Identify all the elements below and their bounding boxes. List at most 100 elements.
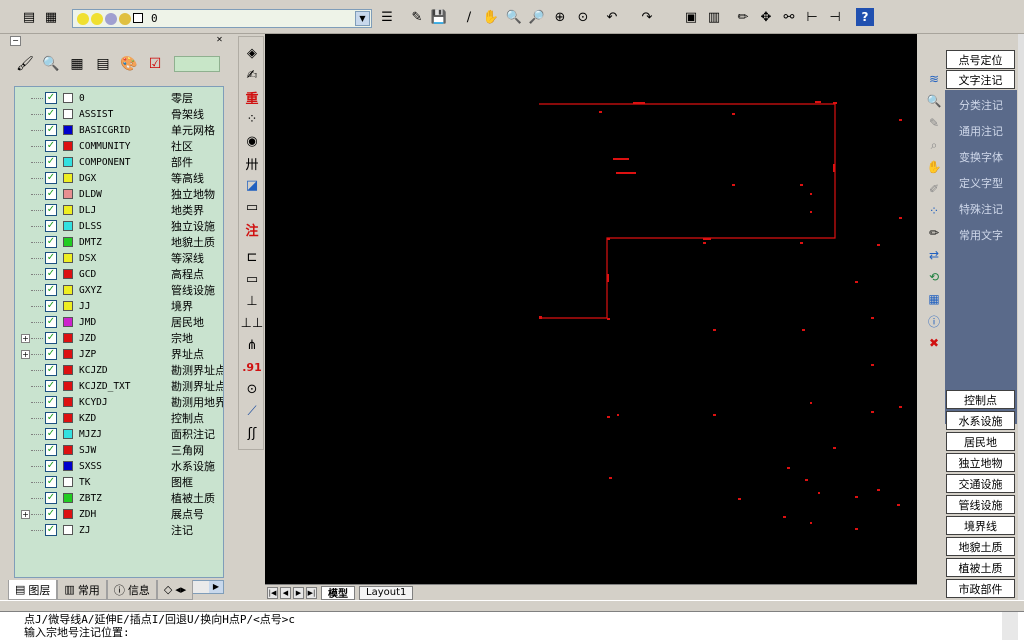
road-icon[interactable]: ⋔ [241, 335, 263, 355]
category-button[interactable]: 植被土质 [946, 558, 1015, 577]
layer-visible-checkbox[interactable]: ✓ [45, 476, 57, 488]
layer-visible-checkbox[interactable]: ✓ [45, 428, 57, 440]
note-button[interactable]: 注 [241, 219, 263, 239]
heavy-button[interactable]: 重 [241, 87, 263, 107]
layer-row[interactable]: ✓ COMMUNITY 社区 [15, 138, 223, 154]
save-icon[interactable]: 💾 [430, 8, 448, 26]
layer-visible-checkbox[interactable]: ✓ [45, 492, 57, 504]
category-button[interactable]: 管线设施 [946, 495, 1015, 514]
layer-visible-checkbox[interactable]: ✓ [45, 92, 57, 104]
layer-visible-checkbox[interactable]: ✓ [45, 396, 57, 408]
layer-visible-checkbox[interactable]: ✓ [45, 204, 57, 216]
layer-row[interactable]: ✓ JJ 境界 [15, 298, 223, 314]
layer-manager-icon[interactable]: ▤ [20, 8, 38, 26]
layer-color-swatch[interactable] [63, 477, 73, 487]
layer-visible-checkbox[interactable]: ✓ [45, 236, 57, 248]
pencil-icon[interactable]: ✐ [925, 180, 943, 198]
layer-visible-checkbox[interactable]: ✓ [45, 108, 57, 120]
layers-icon[interactable]: ≋ [925, 70, 943, 88]
properties-icon[interactable]: ◈ [241, 43, 263, 63]
text-annotation-button[interactable]: 文字注记 [946, 70, 1015, 89]
layer-color-swatch[interactable] [63, 509, 73, 519]
pan-realtime-icon[interactable]: ✋ [482, 8, 500, 26]
transform-icon[interactable]: ⇄ [925, 246, 943, 264]
zoom-realtime-icon[interactable]: 🔍 [505, 8, 523, 26]
expand-icon[interactable]: + [21, 349, 30, 359]
point-locate-button[interactable]: 点号定位 [946, 50, 1015, 69]
layer-row[interactable]: ✓ KCJZD 勘测界址点 [15, 362, 223, 378]
matchprop-icon[interactable]: ☰ [378, 8, 396, 26]
expand-icon[interactable]: + [21, 509, 30, 519]
draw-icon[interactable]: ∕ [460, 8, 478, 26]
link-icon[interactable]: ⚯ [780, 8, 798, 26]
layer-row[interactable]: ✓ KCJZD_TXT 勘测界址点 [15, 378, 223, 394]
layer-visible-checkbox[interactable]: ✓ [45, 140, 57, 152]
layer-color-swatch[interactable] [63, 413, 73, 423]
hand-icon[interactable]: ✋ [925, 158, 943, 176]
layer-color-swatch[interactable] [63, 205, 73, 215]
zoom-extents-icon[interactable]: ⊙ [574, 8, 592, 26]
layer-row[interactable]: ✓ TK 图框 [15, 474, 223, 490]
layer-visible-checkbox[interactable]: ✓ [45, 268, 57, 280]
layer-color-swatch[interactable] [63, 333, 73, 343]
nodes-icon[interactable]: ⁘ [925, 202, 943, 220]
layer-color-swatch[interactable] [63, 461, 73, 471]
layer-color-swatch[interactable] [63, 125, 73, 135]
layer-row[interactable]: ✓ DLJ 地类界 [15, 202, 223, 218]
layer-visible-checkbox[interactable]: ✓ [45, 156, 57, 168]
expand-icon[interactable]: + [21, 333, 30, 343]
layer-color-swatch[interactable] [63, 429, 73, 439]
layer-previous-icon[interactable]: ▦ [42, 8, 60, 26]
category-button[interactable]: 交通设施 [946, 474, 1015, 493]
wall-icon[interactable]: ⊥ [241, 291, 263, 311]
layer-row[interactable]: ✓ DLDW 独立地物 [15, 186, 223, 202]
camera-icon[interactable]: ◉ [241, 131, 263, 151]
layer-visible-checkbox[interactable]: ✓ [45, 284, 57, 296]
layer-row[interactable]: ✓ SJW 三角网 [15, 442, 223, 458]
edit-icon[interactable]: ✎ [925, 114, 943, 132]
category-button[interactable]: 居民地 [946, 432, 1015, 451]
layer-row[interactable]: ✓ GXYZ 管线设施 [15, 282, 223, 298]
redo-icon[interactable]: ↷ [638, 8, 656, 26]
table-icon[interactable]: ▥ [705, 8, 723, 26]
right-scrollbar[interactable] [1018, 34, 1024, 600]
layer-row[interactable]: ✓ COMPONENT 部件 [15, 154, 223, 170]
layer-state-icon[interactable]: ▦ [66, 53, 88, 75]
layer-row[interactable]: ✓ ASSIST 骨架线 [15, 106, 223, 122]
menu-item-define[interactable]: 定义字型 [945, 172, 1017, 194]
refresh-icon[interactable]: ⟲ [925, 268, 943, 286]
help-icon[interactable]: ? [856, 8, 874, 26]
search-icon[interactable]: 🔍 [925, 92, 943, 110]
fence-icon[interactable]: 卅 [241, 153, 263, 173]
menu-item-general[interactable]: 通用注记 [945, 120, 1017, 142]
paint-icon[interactable]: ✍ [241, 65, 263, 85]
layer-row[interactable]: ✓ DSX 等深线 [15, 250, 223, 266]
layer-row[interactable]: ✓ BASICGRID 单元网格 [15, 122, 223, 138]
first-tab-icon[interactable]: |◀ [267, 586, 278, 599]
layer-color-swatch[interactable] [63, 189, 73, 199]
layer-row[interactable]: ✓ DGX 等高线 [15, 170, 223, 186]
layer-color-swatch[interactable] [63, 237, 73, 247]
zoom-window-icon[interactable]: 🔎 [528, 8, 546, 26]
layer-row[interactable]: ✓ 0 零层 [15, 90, 223, 106]
check-icon[interactable]: ☑ [144, 53, 166, 75]
layer-visible-checkbox[interactable]: ✓ [45, 188, 57, 200]
layer-row[interactable]: ✓ KCYDJ 勘测用地界 [15, 394, 223, 410]
brush-icon[interactable]: ✏ [925, 224, 943, 242]
layer-color-swatch[interactable] [63, 285, 73, 295]
layer-color-swatch[interactable] [63, 317, 73, 327]
layer-color-swatch[interactable] [63, 141, 73, 151]
menu-item-font[interactable]: 变换字体 [945, 146, 1017, 168]
circle-point-icon[interactable]: ⊙ [241, 379, 263, 399]
tab-layout1[interactable]: Layout1 [359, 585, 414, 600]
category-button[interactable]: 市政部件 [946, 579, 1015, 598]
layer-visible-checkbox[interactable]: ✓ [45, 316, 57, 328]
pencil-icon[interactable]: ✎ [408, 8, 426, 26]
category-button[interactable]: 独立地物 [946, 453, 1015, 472]
layer-color-swatch[interactable] [63, 349, 73, 359]
layer-color-swatch[interactable] [63, 253, 73, 263]
tab-info[interactable]: ⓘ 信息 [106, 580, 157, 600]
category-button[interactable]: 控制点 [946, 390, 1015, 409]
move-icon[interactable]: ✥ [757, 8, 775, 26]
chevron-down-icon[interactable]: ▼ [355, 11, 370, 26]
